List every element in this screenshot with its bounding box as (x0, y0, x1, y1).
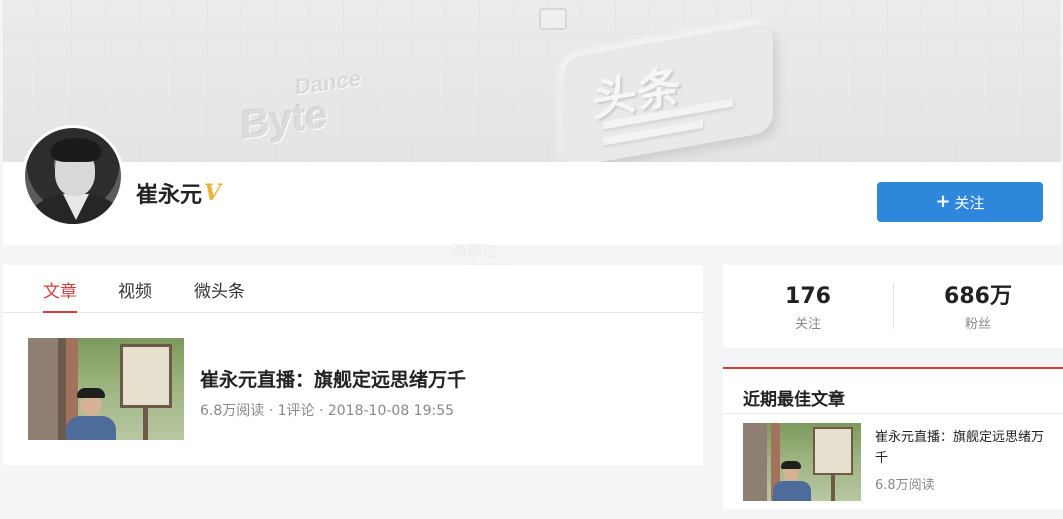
followers-stat[interactable]: 686万 粉丝 (893, 283, 1063, 332)
profile-banner: Dance Byte 头条 (3, 0, 1061, 162)
plus-icon: + (935, 191, 951, 212)
banner-image-icon (539, 8, 567, 30)
banner-grid-pattern (3, 0, 1061, 162)
following-stat[interactable]: 176 关注 (723, 283, 893, 332)
tab-articles[interactable]: 文章 (43, 277, 77, 313)
watermark-text: 海那边 (452, 242, 498, 260)
verified-icon: V (204, 180, 222, 206)
thumbnail-person-cap (781, 461, 801, 469)
thumbnail-sign (813, 427, 853, 475)
thumbnail-sign-post (831, 475, 835, 501)
follow-button-label: 关注 (954, 193, 985, 212)
best-articles-heading: 近期最佳文章 (743, 390, 845, 410)
article-title[interactable]: 崔永元直播：旗舰定远思绪万千 (200, 365, 466, 392)
thumbnail-pillar (743, 423, 767, 501)
following-label: 关注 (794, 317, 821, 332)
tab-videos[interactable]: 视频 (118, 277, 152, 313)
thumbnail-person-cap (77, 388, 105, 398)
best-article-title[interactable]: 崔永元直播：旗舰定远思绪万千 (875, 427, 1045, 469)
following-count: 176 (785, 284, 831, 309)
best-articles-panel: 近期最佳文章 崔永元直播：旗舰定远思绪万千 6.8万阅读 (723, 367, 1063, 509)
best-articles-divider (723, 413, 1063, 414)
best-article-item[interactable]: 崔永元直播：旗舰定远思绪万千 6.8万阅读 (743, 423, 1053, 501)
article-thumbnail[interactable] (28, 338, 184, 440)
article-item[interactable]: 崔永元直播：旗舰定远思绪万千 6.8万阅读 · 1评论 · 2018-10-08… (28, 338, 678, 440)
thumbnail-sign (120, 344, 172, 408)
user-name[interactable]: 崔永元 (136, 177, 202, 209)
content-tabs: 文章 视频 微头条 (3, 265, 703, 313)
thumbnail-pillar (28, 338, 58, 440)
followers-label: 粉丝 (964, 317, 991, 332)
tab-micro-posts[interactable]: 微头条 (194, 277, 245, 313)
avatar[interactable] (22, 125, 124, 227)
best-article-meta: 6.8万阅读 (875, 478, 935, 493)
thumbnail-person (773, 481, 811, 501)
article-meta: 6.8万阅读 · 1评论 · 2018-10-08 19:55 (200, 403, 455, 419)
thumbnail-person (66, 416, 116, 440)
follow-button[interactable]: + 关注 (877, 182, 1043, 222)
avatar-hair (51, 138, 101, 162)
content-panel: 文章 视频 微头条 崔永元直播：旗舰定远思绪万千 6.8万阅读 · 1评论 · … (3, 265, 703, 465)
profile-name-row: 崔永元 V (136, 178, 221, 208)
stats-panel: 176 关注 686万 粉丝 (723, 265, 1063, 348)
thumbnail-sign-post (143, 408, 148, 440)
best-article-thumbnail[interactable] (743, 423, 861, 501)
followers-count: 686万 (944, 284, 1012, 309)
